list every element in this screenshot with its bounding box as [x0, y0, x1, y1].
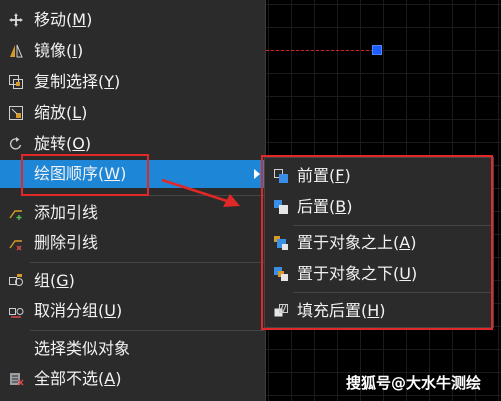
submenu-arrow-icon [254, 169, 260, 179]
annotation-box-submenu [261, 155, 493, 330]
menu-item-remove-leader[interactable]: 删除引线 [0, 229, 264, 257]
menu-item-group[interactable]: 组(G) [0, 267, 264, 295]
annotation-box-draw-order [21, 154, 149, 196]
move-icon [9, 13, 23, 27]
watermark: 搜狐号@大水牛测绘 [346, 374, 482, 392]
annotation-arrow [161, 178, 240, 207]
scale-icon [9, 106, 23, 120]
copy-selection-icon [9, 75, 23, 89]
menu-item-copy-selection[interactable]: 复制选择(Y) [0, 68, 264, 96]
rotate-icon [9, 137, 22, 150]
menu-item-scale[interactable]: 缩放(L) [0, 99, 264, 127]
ungroup-icon [9, 308, 24, 318]
group-icon [9, 274, 23, 286]
grip-point[interactable] [372, 45, 382, 55]
menu-item-move[interactable]: 移动(M) [0, 6, 264, 34]
menu-separator [30, 262, 264, 263]
remove-leader-icon [9, 240, 22, 251]
menu-separator [30, 330, 264, 331]
menu-item-select-similar[interactable]: 选择类似对象 [0, 335, 264, 363]
selected-line [266, 50, 374, 51]
menu-item-ungroup[interactable]: 取消分组(U) [0, 297, 264, 325]
mirror-icon [10, 44, 23, 58]
deselect-all-icon [10, 373, 24, 386]
menu-item-deselect-all[interactable]: 全部不选(A) [0, 365, 264, 393]
menu-item-mirror[interactable]: 镜像(I) [0, 37, 264, 65]
add-leader-icon [9, 210, 22, 220]
